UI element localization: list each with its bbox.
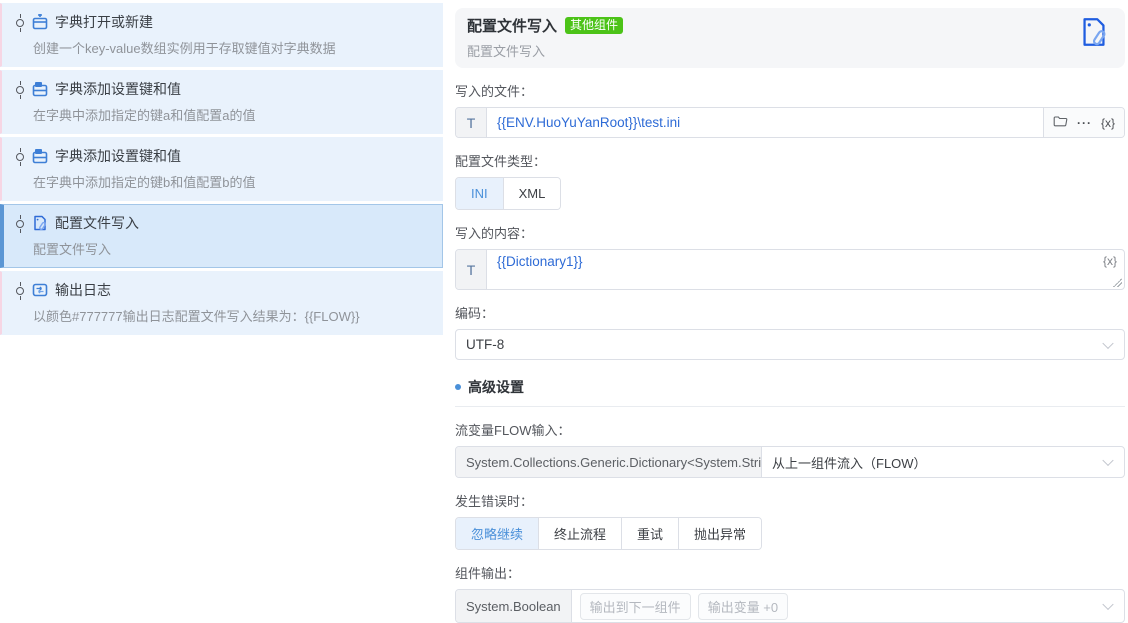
error-option-ignore[interactable]: 忽略继续	[456, 518, 540, 549]
text-type-prefix: T	[456, 250, 487, 289]
chevron-down-icon	[1102, 337, 1114, 349]
flow-variable-type: System.Collections.Generic.Dictionary<Sy…	[456, 447, 762, 477]
output-next-chip[interactable]: 输出到下一组件	[579, 592, 691, 620]
config-file-write-icon	[1077, 15, 1111, 54]
dictionary-add-icon	[32, 148, 48, 164]
encoding-value: UTF-8	[466, 337, 505, 352]
flow-step-log-output[interactable]: 输出日志 以颜色#777777输出日志配置文件写入结果为：{{FLOW}}	[0, 271, 443, 335]
flow-field-label: 流变量FLOW输入：	[455, 423, 571, 438]
step-title: 字典打开或新建	[55, 14, 153, 30]
chevron-down-icon	[1102, 454, 1114, 467]
output-variable-chip[interactable]: 输出变量 +0	[697, 592, 789, 620]
flow-source-value: 从上一组件流入（FLOW）	[772, 455, 927, 471]
content-field-label: 写入的内容：	[455, 226, 534, 241]
section-dot-icon	[455, 384, 461, 390]
insert-variable-icon[interactable]: {x}	[1103, 254, 1117, 268]
panel-header: 配置文件写入 其他组件 配置文件写入	[455, 8, 1125, 68]
output-group[interactable]: System.Boolean 输出到下一组件 输出变量 +0	[455, 589, 1125, 623]
encoding-select[interactable]: UTF-8	[455, 329, 1125, 360]
advanced-settings-title: 高级设置	[468, 379, 524, 395]
category-badge: 其他组件	[565, 17, 624, 34]
connector-anchor	[16, 282, 24, 300]
flow-input-group: System.Collections.Generic.Dictionary<Sy…	[455, 446, 1125, 478]
step-title: 字典添加设置键和值	[55, 148, 181, 164]
resize-handle-icon[interactable]	[1113, 278, 1122, 287]
panel-subtitle: 配置文件写入	[467, 44, 546, 59]
component-config-panel: 配置文件写入 其他组件 配置文件写入 写入的文件： T {{ENV.HuoYuY…	[455, 0, 1125, 623]
more-options-icon[interactable]: ···	[1077, 116, 1092, 130]
file-field-label: 写入的文件：	[455, 84, 534, 99]
folder-browse-icon[interactable]	[1053, 115, 1068, 131]
file-input-tools: ··· {x}	[1042, 108, 1124, 137]
file-input-group: T {{ENV.HuoYuYanRoot}}\test.ini ··· {x}	[455, 107, 1125, 138]
advanced-settings-section[interactable]: 高级设置	[455, 377, 1125, 397]
encoding-field-label: 编码：	[455, 306, 495, 321]
flow-step-dict-set-b[interactable]: 字典添加设置键和值 在字典中添加指定的键b和值配置b的值	[0, 137, 443, 201]
step-title: 字典添加设置键和值	[55, 81, 181, 97]
connector-anchor	[16, 14, 24, 32]
insert-variable-icon[interactable]: {x}	[1101, 116, 1115, 130]
step-desc: 在字典中添加指定的键b和值配置b的值	[33, 175, 256, 190]
config-type-toggle: INI XML	[455, 177, 562, 210]
flow-step-config-write[interactable]: 配置文件写入 配置文件写入	[0, 204, 443, 268]
content-textarea[interactable]: {{Dictionary1}} {x}	[487, 250, 1124, 289]
step-title: 配置文件写入	[55, 215, 139, 231]
error-field-label: 发生错误时：	[455, 494, 534, 509]
output-type: System.Boolean	[456, 590, 572, 622]
dictionary-add-icon	[32, 81, 48, 97]
connector-anchor	[16, 81, 24, 99]
step-desc: 配置文件写入	[33, 242, 112, 257]
dictionary-new-icon	[32, 14, 48, 30]
connector-anchor	[16, 148, 24, 166]
panel-title: 配置文件写入	[467, 18, 558, 35]
type-option-ini[interactable]: INI	[456, 178, 504, 209]
type-field-label: 配置文件类型：	[455, 154, 547, 169]
flow-step-dict-open[interactable]: 字典打开或新建 创建一个key-value数组实例用于存取键值对字典数据	[0, 3, 443, 67]
content-input-group: T {{Dictionary1}} {x}	[455, 249, 1125, 290]
flow-source-select[interactable]: 从上一组件流入（FLOW）	[762, 447, 1124, 477]
config-file-write-icon	[32, 215, 48, 231]
connector-anchor	[16, 215, 24, 233]
error-option-throw[interactable]: 抛出异常	[679, 518, 762, 549]
error-option-retry[interactable]: 重试	[622, 518, 680, 549]
content-value: {{Dictionary1}}	[497, 254, 583, 269]
output-field-label: 组件输出：	[455, 566, 521, 581]
error-option-stop[interactable]: 终止流程	[539, 518, 623, 549]
type-option-xml[interactable]: XML	[503, 178, 561, 209]
file-path-input[interactable]: {{ENV.HuoYuYanRoot}}\test.ini	[487, 108, 1043, 137]
step-desc: 在字典中添加指定的键a和值配置a的值	[33, 108, 256, 123]
section-divider	[455, 406, 1125, 407]
step-desc: 创建一个key-value数组实例用于存取键值对字典数据	[33, 41, 336, 56]
text-type-prefix: T	[456, 108, 487, 137]
step-title: 输出日志	[55, 282, 111, 298]
flow-step-dict-set-a[interactable]: 字典添加设置键和值 在字典中添加指定的键a和值配置a的值	[0, 70, 443, 134]
step-desc: 以颜色#777777输出日志配置文件写入结果为：{{FLOW}}	[33, 309, 360, 324]
error-handling-toggle: 忽略继续 终止流程 重试 抛出异常	[455, 517, 763, 550]
flow-step-list: 字典打开或新建 创建一个key-value数组实例用于存取键值对字典数据 字典添…	[0, 0, 443, 338]
log-output-icon	[32, 282, 48, 298]
